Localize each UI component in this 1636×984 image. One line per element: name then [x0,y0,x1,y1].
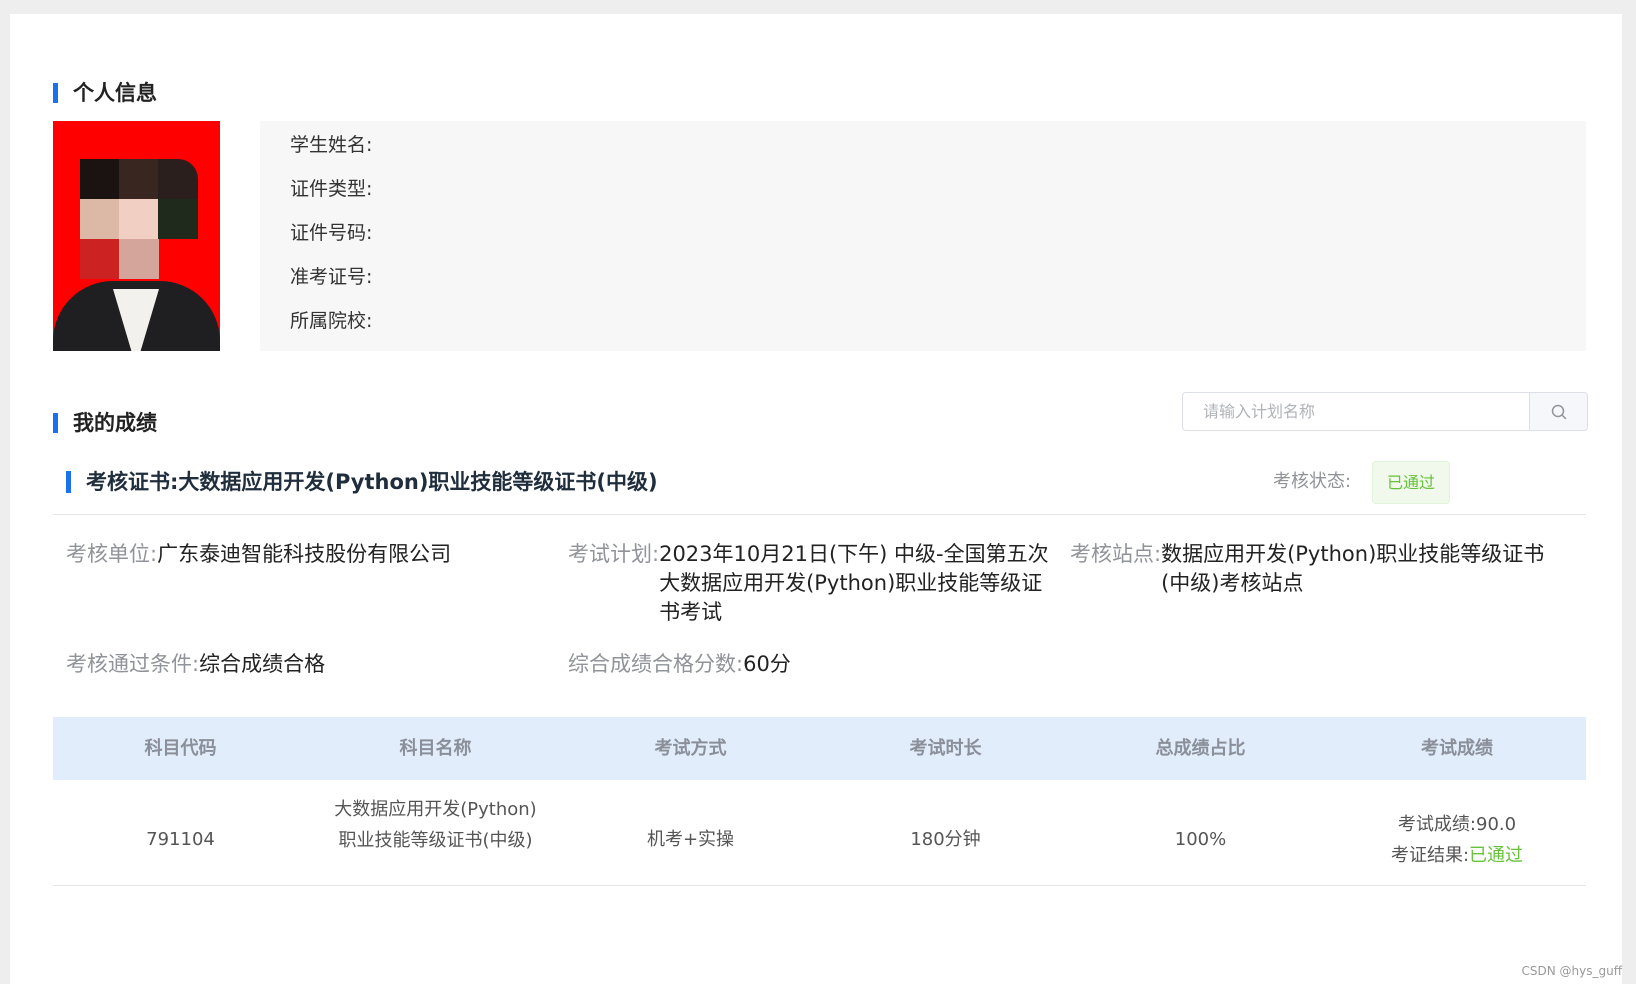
col-header-ratio: 总成绩占比 [1155,738,1246,759]
search-button[interactable] [1529,393,1587,430]
exam-result-line: 考证结果:已通过 [1390,845,1524,866]
id-number-label: 证件号码: [290,222,373,244]
col-header-score: 考试成绩 [1421,738,1493,759]
plan-value: 2023年10月21日(下午) 中级-全国第五次大数据应用开发(Python)职… [659,542,1049,624]
student-name-label: 学生姓名: [290,134,373,156]
personal-info-heading: 个人信息 [53,80,157,106]
status-badge: 已通过 [1372,461,1450,504]
pass-condition-value: 综合成绩合格 [199,652,326,676]
plan-search-box [1182,392,1588,431]
score-ratio: 100% [1174,829,1227,850]
exam-score-value: 90.0 [1476,814,1517,835]
id-type-label: 证件类型: [290,178,373,200]
subject-name: 大数据应用开发(Python)职业技能等级证书(中级) [334,799,537,851]
site-field: 考核站点: 数据应用开发(Python)职业技能等级证书(中级)考核站点 [1070,540,1570,598]
watermark: CSDN @hys_guff [1521,964,1622,978]
search-icon [1551,404,1566,419]
pass-score-value: 60分 [743,652,791,676]
col-header-method: 考试方式 [654,738,727,759]
heading-accent-bar [53,83,58,103]
grades-table-header: 科目代码 科目名称 考试方式 考试时长 总成绩占比 考试成绩 [53,717,1586,780]
site-value: 数据应用开发(Python)职业技能等级证书(中级)考核站点 [1161,542,1545,595]
student-photo [53,121,220,351]
heading-accent-bar [53,413,58,433]
admission-number-label: 准考证号: [290,266,373,288]
my-grades-heading: 我的成绩 [53,410,157,436]
col-header-code: 科目代码 [144,738,217,759]
pass-score-field: 综合成绩合格分数: 60分 [568,650,1028,679]
exam-result-value: 已通过 [1469,845,1524,866]
col-header-name: 科目名称 [399,738,472,759]
cert-title: 考核证书:大数据应用开发(Python)职业技能等级证书(中级) [66,468,658,496]
heading-accent-bar [66,471,71,493]
subject-code: 791104 [146,829,215,850]
school-label: 所属院校: [290,310,373,332]
pass-condition-field: 考核通过条件: 综合成绩合格 [66,650,526,679]
exam-method: 机考+实操 [646,829,735,850]
exam-duration: 180分钟 [910,829,981,850]
exam-score-cell: 考试成绩:90.0 考证结果:已通过 [1328,809,1586,871]
personal-info-panel: 学生姓名: 证件类型: 证件号码: 准考证号: 所属院校: [260,121,1586,351]
exam-score-line: 考试成绩:90.0 [1397,814,1517,835]
table-bottom-divider [53,885,1586,886]
unit-value: 广东泰迪智能科技股份有限公司 [157,542,452,566]
page-card: 个人信息 学生姓名: 证件类型: 证件号码: 准考证号: 所属院校: 我的成绩 [10,14,1622,984]
divider [53,514,1586,515]
col-header-duration: 考试时长 [909,738,982,759]
plan-field: 考试计划: 2023年10月21日(下午) 中级-全国第五次大数据应用开发(Py… [568,540,1068,627]
unit-field: 考核单位: 广东泰迪智能科技股份有限公司 [66,540,526,569]
status-label: 考核状态: [1273,471,1352,492]
plan-search-input[interactable] [1183,393,1533,430]
